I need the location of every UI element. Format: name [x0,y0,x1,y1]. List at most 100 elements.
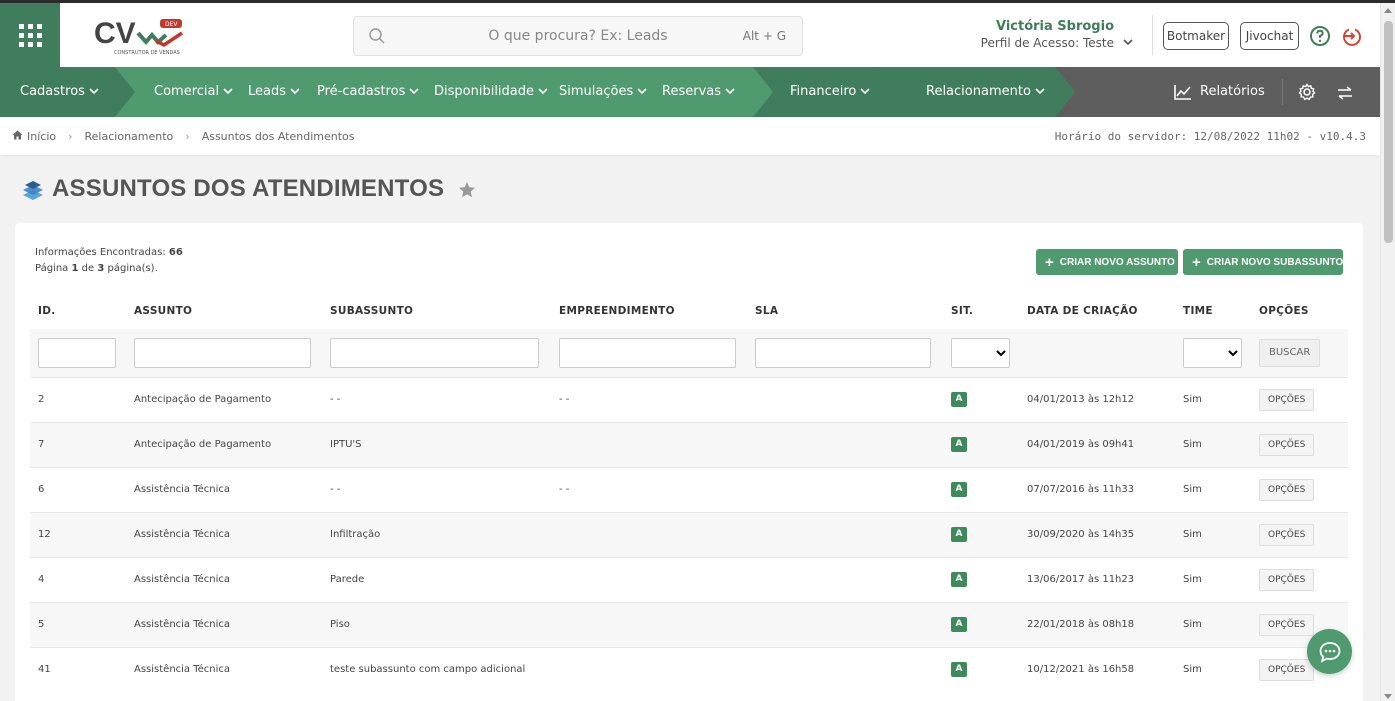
nav-item-cadastros[interactable]: Cadastros [20,67,99,117]
cell-data: 07/07/2016 às 11h33 [1019,466,1175,512]
page-scrollbar[interactable] [1380,3,1395,701]
cell-sla [747,601,943,647]
results-count: 66 [168,247,183,258]
scroll-thumb[interactable] [1384,21,1393,243]
cell-sla [747,556,943,602]
logo[interactable]: CV DEV CONSTRUTOR DE VENDAS [94,15,186,57]
grid-icon [18,23,42,47]
column-header-id[interactable]: ID. [30,293,126,329]
main-nav: Cadastros Comercial Leads Pré-cadastros … [0,67,1380,117]
user-menu[interactable]: Victória Sbrogio Perfil de Acesso: Teste [981,19,1114,50]
breadcrumb-item-inicio[interactable]: Início [27,130,56,143]
column-header-time[interactable]: TIME [1175,293,1251,329]
cell-assunto: Assistência Técnica [126,556,322,602]
row-options-button[interactable]: OPÇÕES [1259,478,1315,501]
row-options-button[interactable]: OPÇÕES [1259,388,1315,411]
column-header-assunto[interactable]: ASSUNTO [126,293,322,329]
cell-empreendimento [551,421,747,467]
nav-item-pre-cadastros[interactable]: Pré-cadastros [317,67,419,117]
jivochat-button[interactable]: Jivochat [1240,22,1299,50]
cell-time: Sim [1175,556,1251,602]
row-options-button[interactable]: OPÇÕES [1259,523,1315,546]
nav-reports[interactable]: Relatórios [1174,67,1265,117]
status-badge: A [951,392,967,407]
row-options-button[interactable]: OPÇÕES [1259,433,1315,456]
botmaker-button[interactable]: Botmaker [1163,22,1229,50]
cell-assunto: Antecipação de Pagamento [126,376,322,422]
cell-subassunto: IPTU'S [322,421,551,467]
cell-assunto: Assistência Técnica [126,601,322,647]
nav-item-simulacoes[interactable]: Simulações [559,67,647,117]
switch-arrows-icon[interactable] [1336,85,1354,104]
column-header-sla[interactable]: SLA [747,293,943,329]
cell-id: 6 [30,466,126,512]
status-badge: A [951,527,967,542]
cell-subassunto: - - [322,466,551,512]
search-input[interactable] [354,17,802,55]
table-row: 7 Antecipação de Pagamento IPTU'S A 04/0… [30,421,1348,467]
nav-item-relacionamento[interactable]: Relacionamento [926,67,1045,117]
stack-icon [20,179,46,207]
filter-assunto-input[interactable] [134,337,311,368]
apps-menu-button[interactable] [0,3,60,67]
search-button[interactable]: BUSCAR [1259,338,1321,367]
cell-time: Sim [1175,466,1251,512]
table-row: 2 Antecipação de Pagamento - - - - A 04/… [30,376,1348,422]
global-search[interactable]: Alt + G [353,16,803,56]
filter-sla-input[interactable] [755,337,931,368]
table-row: 5 Assistência Técnica Piso A 22/01/2018 … [30,601,1348,647]
filter-subassunto-input[interactable] [330,337,539,368]
nav-item-reservas[interactable]: Reservas [662,67,735,117]
breadcrumb-item-relacionamento[interactable]: Relacionamento [85,130,174,143]
help-icon[interactable] [1309,25,1331,51]
cell-assunto: Assistência Técnica [126,646,322,692]
filter-id-input[interactable] [38,337,116,368]
cell-data: 04/01/2019 às 09h41 [1019,421,1175,467]
cell-id: 41 [30,646,126,692]
svg-text:DEV: DEV [165,21,178,28]
chevron-down-icon[interactable] [1122,31,1134,50]
nav-reports-label: Relatórios [1200,84,1265,99]
create-subject-button[interactable]: + CRIAR NOVO ASSUNTO [1036,249,1178,275]
cell-sla [747,466,943,512]
nav-item-financeiro[interactable]: Financeiro [790,67,870,117]
gear-icon[interactable] [1298,83,1316,105]
cell-assunto: Assistência Técnica [126,511,322,557]
cell-empreendimento [551,601,747,647]
nav-item-disponibilidade[interactable]: Disponibilidade [434,67,548,117]
home-icon [12,130,23,143]
scroll-down-arrow-icon[interactable] [1384,694,1392,699]
chat-button[interactable] [1307,629,1352,674]
row-options-button[interactable]: OPÇÕES [1259,568,1315,591]
column-header-sit[interactable]: SIT. [943,293,1019,329]
row-options-button[interactable]: OPÇÕES [1259,613,1315,636]
filter-time-select[interactable] [1183,337,1242,368]
cell-time: Sim [1175,646,1251,692]
chevron-right-icon: › [68,130,73,143]
row-options-button[interactable]: OPÇÕES [1259,658,1315,681]
plus-icon: + [1045,253,1054,271]
filter-sit-select[interactable] [951,337,1010,368]
cell-sla [747,421,943,467]
nav-item-leads[interactable]: Leads [248,67,300,117]
cell-empreendimento [551,511,747,557]
breadcrumb-bar: Início › Relacionamento › Assuntos dos A… [0,117,1380,155]
favorite-star-icon[interactable] [458,181,476,203]
cell-assunto: Antecipação de Pagamento [126,421,322,467]
chat-bubble-icon [1319,641,1340,663]
column-header-data-criacao[interactable]: DATA DE CRIAÇÃO [1019,293,1175,329]
scroll-up-arrow-icon[interactable] [1384,8,1392,13]
nav-item-comercial[interactable]: Comercial [154,67,233,117]
cell-subassunto: Parede [322,556,551,602]
create-subsubject-button[interactable]: + CRIAR NOVO SUBASSUNTO [1183,249,1343,275]
column-header-empreendimento[interactable]: EMPREENDIMENTO [551,293,747,329]
page-title: ASSUNTOS DOS ATENDIMENTOS [52,175,445,202]
search-shortcut-hint: Alt + G [742,29,786,43]
cell-id: 12 [30,511,126,557]
cell-sla [747,376,943,422]
cell-data: 10/12/2021 às 16h58 [1019,646,1175,692]
column-header-subassunto[interactable]: SUBASSUNTO [322,293,551,329]
logout-icon[interactable] [1341,25,1363,51]
cell-subassunto: Piso [322,601,551,647]
filter-empreendimento-input[interactable] [559,337,736,368]
